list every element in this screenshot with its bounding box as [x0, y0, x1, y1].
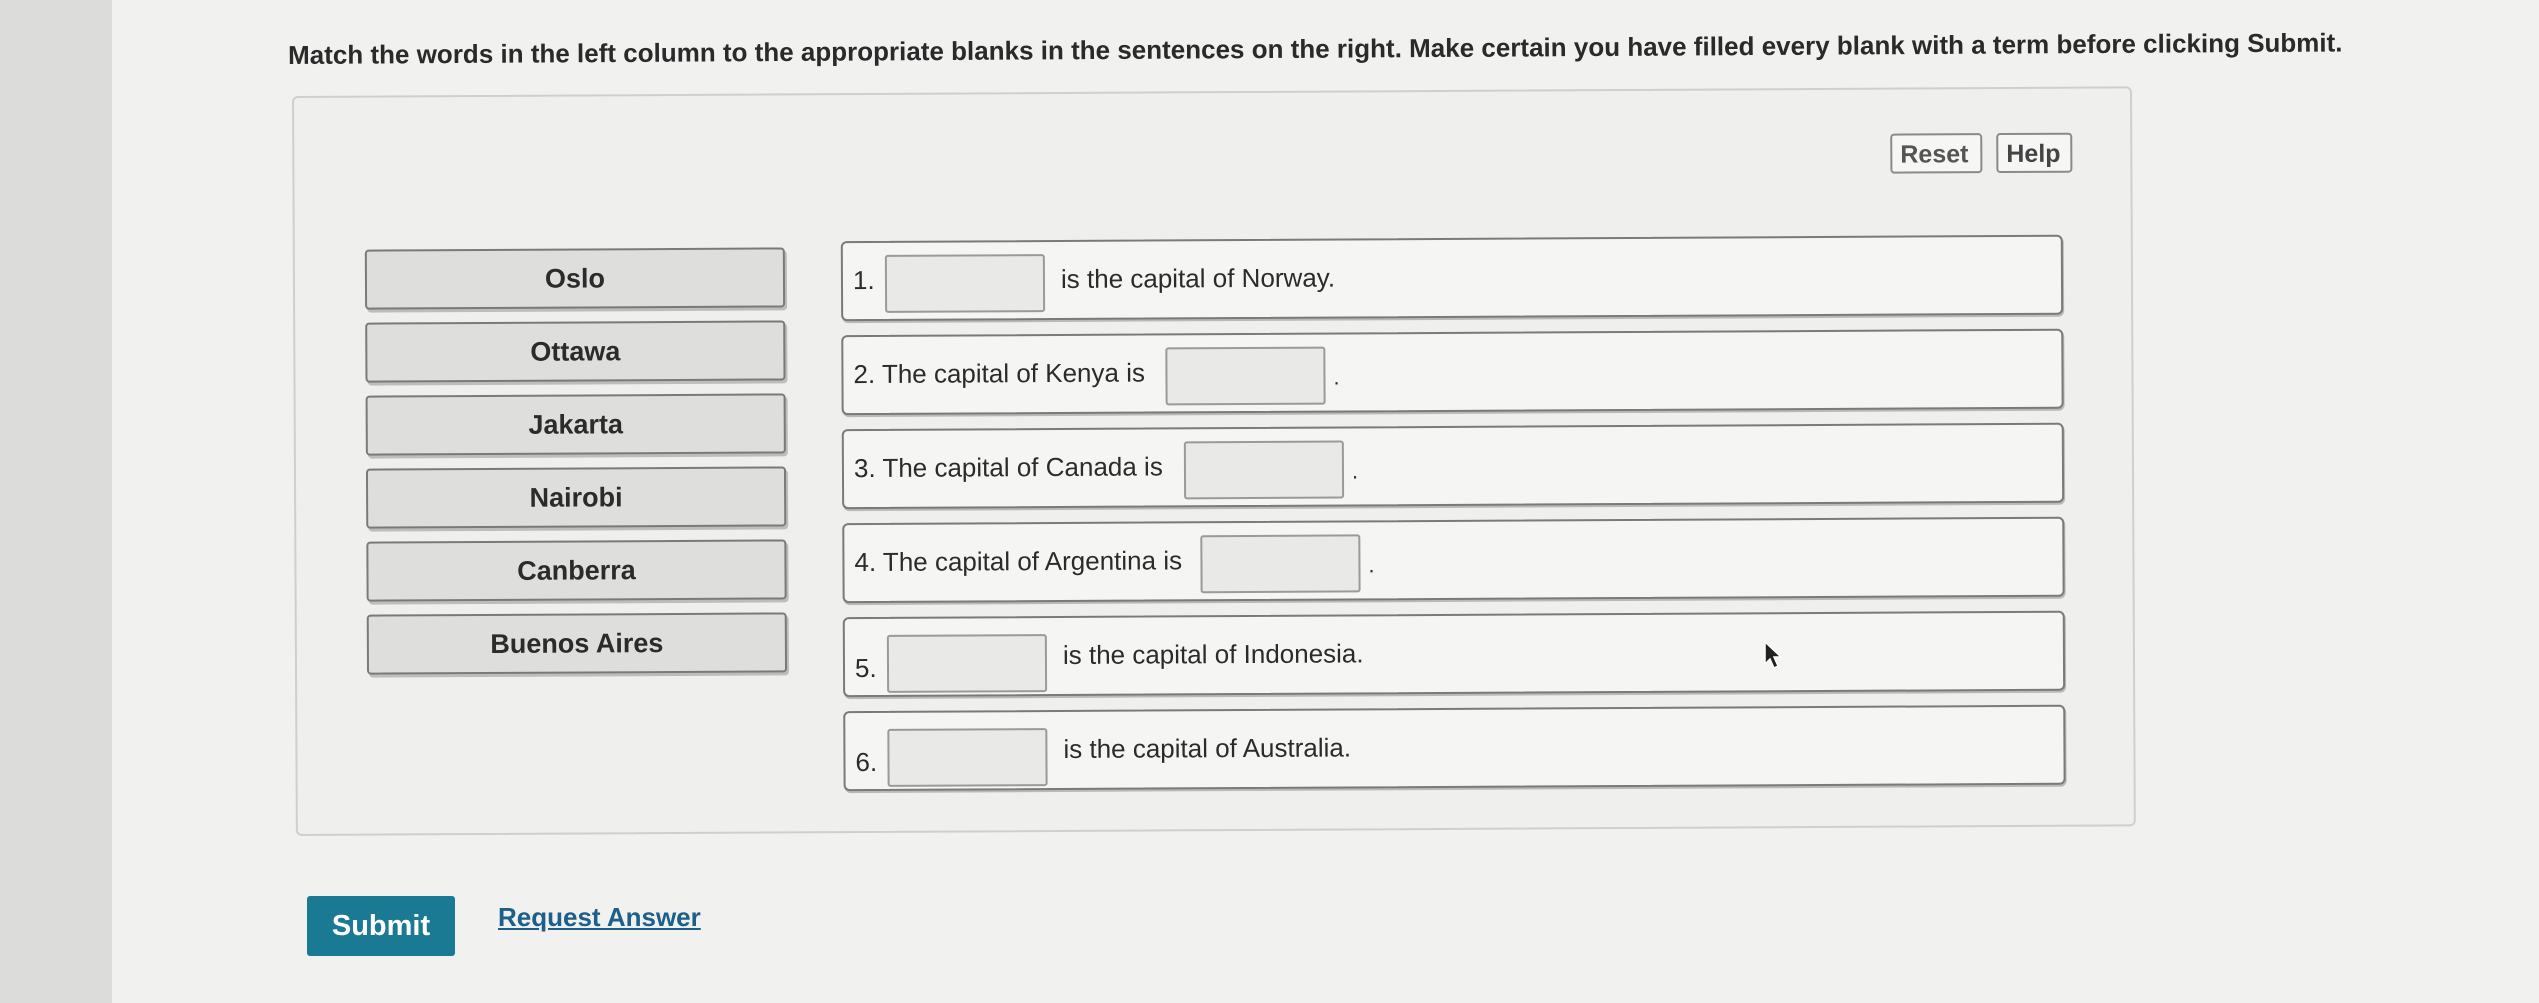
- sentence-5: 5. is the capital of Indonesia.: [842, 610, 2066, 698]
- term-ottawa[interactable]: Ottawa: [365, 320, 786, 383]
- drop-blank-4[interactable]: [1200, 534, 1361, 594]
- left-margin: [0, 0, 112, 1003]
- sentence-1: 1. is the capital of Norway.: [840, 234, 2064, 322]
- term-jakarta[interactable]: Jakarta: [365, 393, 786, 456]
- drop-blank-1[interactable]: [884, 254, 1046, 313]
- term-nairobi[interactable]: Nairobi: [365, 466, 787, 529]
- sentence-text: is the capital of Indonesia.: [1062, 638, 1364, 670]
- drop-blank-6[interactable]: [887, 728, 1048, 787]
- help-button[interactable]: Help: [1996, 132, 2073, 174]
- sentence-number: 6.: [855, 746, 878, 778]
- sentence-text: 2. The capital of Kenya is: [853, 357, 1146, 390]
- sentence-4: 4. The capital of Argentina is .: [842, 516, 2065, 604]
- term-buenos-aires[interactable]: Buenos Aires: [366, 612, 788, 675]
- drop-blank-2[interactable]: [1165, 346, 1326, 406]
- sentence-period: .: [1351, 458, 1359, 484]
- submit-button[interactable]: Submit: [307, 896, 455, 956]
- drop-blank-3[interactable]: [1183, 440, 1345, 500]
- request-answer-link[interactable]: Request Answer: [498, 902, 701, 933]
- sentence-text: 3. The capital of Canada is: [853, 451, 1163, 484]
- sentence-number: 5.: [854, 652, 877, 684]
- sentence-text: is the capital of Australia.: [1063, 732, 1352, 764]
- reset-button[interactable]: Reset: [1890, 133, 1983, 174]
- mouse-cursor-icon: [1764, 640, 1783, 670]
- matching-panel: Reset Help Oslo Ottawa Jakarta Nairobi C…: [292, 86, 2136, 836]
- sentence-6: 6. is the capital of Australia.: [843, 704, 2066, 792]
- sentence-period: .: [1368, 552, 1375, 578]
- sentence-3: 3. The capital of Canada is .: [841, 422, 2065, 510]
- term-canberra[interactable]: Canberra: [366, 539, 787, 602]
- sentence-period: .: [1333, 364, 1340, 390]
- sentence-2: 2. The capital of Kenya is .: [841, 328, 2064, 416]
- sentence-text: is the capital of Norway.: [1060, 262, 1336, 294]
- term-oslo[interactable]: Oslo: [364, 247, 786, 310]
- drop-blank-5[interactable]: [886, 634, 1048, 693]
- sentence-text: 4. The capital of Argentina is: [854, 545, 1183, 578]
- sentence-number: 1.: [852, 264, 875, 296]
